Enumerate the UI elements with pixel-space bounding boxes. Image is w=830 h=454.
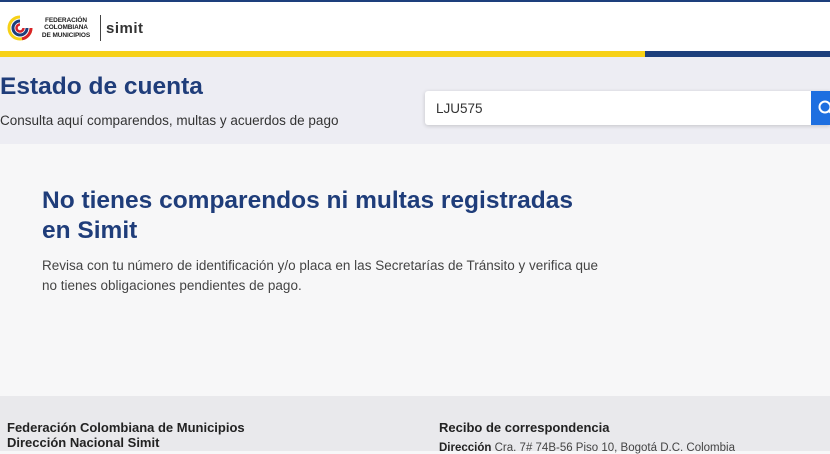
logo-line-1: FEDERACIÓN: [38, 17, 94, 25]
logo-line-3: DE MUNICIPIOS: [38, 32, 94, 40]
footer-address-value: Cra. 7# 74B-56 Piso 10, Bogotá D.C. Colo…: [495, 442, 735, 454]
footer-address: Dirección Cra. 7# 74B-56 Piso 10, Bogotá…: [439, 442, 735, 454]
search-icon: [817, 99, 830, 117]
result-message: No tienes comparendos ni multas registra…: [42, 186, 602, 296]
search-bar: [425, 91, 830, 125]
search-button[interactable]: [811, 91, 830, 125]
footer-address-label: Dirección: [439, 442, 491, 454]
result-title: No tienes comparendos ni multas registra…: [42, 186, 602, 246]
hero-section: Estado de cuenta Consulta aquí comparend…: [0, 57, 830, 144]
site-logo[interactable]: FEDERACIÓN COLOMBIANA DE MUNICIPIOS simi…: [6, 11, 144, 45]
footer-mail-title: Recibo de correspondencia: [439, 420, 610, 435]
footer-org-name: Federación Colombiana de Municipios: [7, 420, 245, 435]
site-header: FEDERACIÓN COLOMBIANA DE MUNICIPIOS simi…: [0, 2, 830, 51]
logo-divider: [100, 15, 101, 41]
footer-org-division: Dirección Nacional Simit: [7, 435, 245, 450]
federacion-logo-icon: [6, 14, 34, 42]
site-footer: Federación Colombiana de Municipios Dire…: [0, 396, 830, 451]
logo-org-name: FEDERACIÓN COLOMBIANA DE MUNICIPIOS: [38, 17, 94, 40]
logo-brand: simit: [106, 20, 144, 37]
page-subtitle: Consulta aquí comparendos, multas y acue…: [0, 113, 338, 128]
search-input[interactable]: [425, 91, 805, 125]
footer-org: Federación Colombiana de Municipios Dire…: [7, 420, 245, 450]
result-text: Revisa con tu número de identificación y…: [42, 256, 602, 296]
page-title: Estado de cuenta: [0, 73, 203, 101]
logo-line-2: COLOMBIANA: [38, 24, 94, 32]
